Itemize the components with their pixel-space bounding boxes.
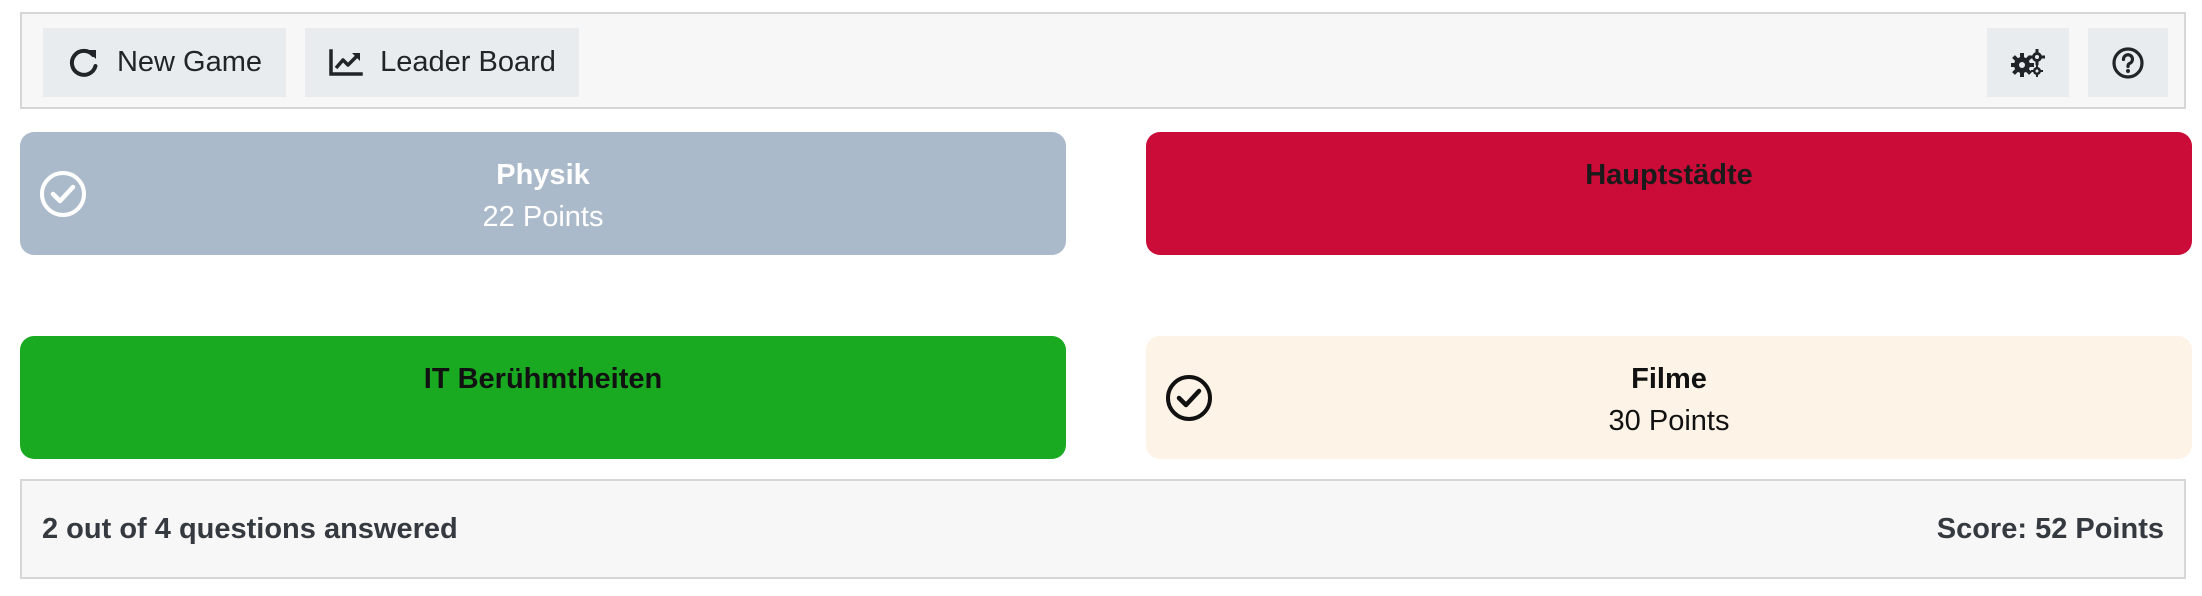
leader-board-label: Leader Board [380, 46, 556, 78]
question-circle-icon [2111, 46, 2145, 80]
new-game-button[interactable]: New Game [43, 28, 286, 97]
help-button[interactable] [2088, 28, 2168, 97]
settings-button[interactable] [1987, 28, 2069, 97]
score-text: Score: 52 Points [1936, 512, 2164, 545]
new-game-label: New Game [116, 46, 263, 78]
chart-line-icon [328, 48, 364, 78]
category-points: 30 Points [1608, 405, 1730, 437]
check-circle-icon [38, 169, 88, 219]
category-card-physik[interactable]: Physik 22 Points [20, 132, 1066, 255]
category-card-hauptstaedte[interactable]: Hauptstädte [1146, 132, 2192, 255]
category-title: Hauptstädte [1585, 159, 1753, 191]
redo-icon [67, 46, 101, 80]
toolbar: New Game Leader Board [20, 12, 2186, 109]
gears-icon [2011, 48, 2045, 78]
progress-text: 2 out of 4 questions answered [42, 512, 458, 545]
category-card-filme[interactable]: Filme 30 Points [1146, 336, 2192, 459]
check-circle-icon [1164, 373, 1214, 423]
leader-board-button[interactable]: Leader Board [305, 28, 579, 97]
category-title: IT Berühmtheiten [423, 363, 663, 395]
category-points: 22 Points [482, 201, 604, 233]
status-footer: 2 out of 4 questions answered Score: 52 … [20, 479, 2186, 579]
category-card-it-beruehmtheiten[interactable]: IT Berühmtheiten [20, 336, 1066, 459]
category-title: Physik [496, 159, 590, 191]
category-title: Filme [1631, 363, 1707, 395]
